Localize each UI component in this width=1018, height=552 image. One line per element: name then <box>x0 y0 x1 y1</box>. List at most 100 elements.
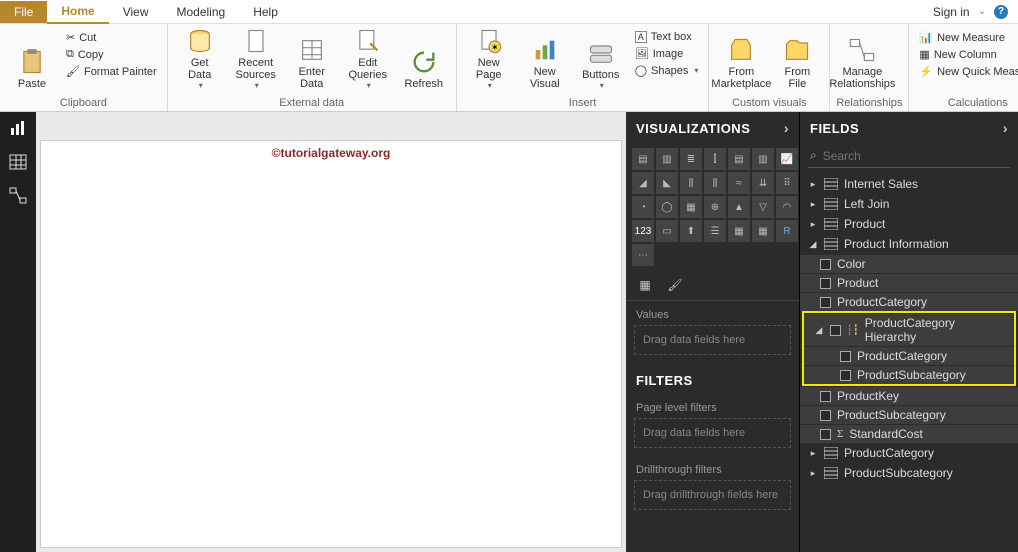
viz-stacked-area[interactable]: ◣ <box>656 172 678 194</box>
copy-button[interactable]: ⧉Copy <box>62 47 161 62</box>
svg-text:✶: ✶ <box>491 42 499 52</box>
field-hier-subcategory[interactable]: ProductSubcategory <box>804 365 1014 384</box>
table-left-join[interactable]: ▸Left Join <box>800 194 1018 214</box>
text-box-button[interactable]: AText box <box>631 30 703 44</box>
fields-tab-icon[interactable]: ▦ <box>636 276 654 294</box>
values-dropzone[interactable]: Drag data fields here <box>634 325 791 355</box>
paste-button[interactable]: Paste <box>6 26 58 92</box>
table-product[interactable]: ▸Product <box>800 214 1018 234</box>
viz-area[interactable]: ◢ <box>632 172 654 194</box>
viz-slicer[interactable]: ☰ <box>704 220 726 242</box>
table-product-information[interactable]: ◢Product Information <box>800 234 1018 254</box>
get-data-button[interactable]: Get Data <box>174 26 226 92</box>
viz-ribbon[interactable]: ≈ <box>728 172 750 194</box>
viz-filled-map[interactable]: ▲ <box>728 196 750 218</box>
viz-donut[interactable]: ◯ <box>656 196 678 218</box>
new-column-button[interactable]: ▦New Column <box>915 47 1018 62</box>
viz-100-bar[interactable]: ▤ <box>728 148 750 170</box>
field-product-key[interactable]: ProductKey <box>800 386 1018 405</box>
model-view-icon[interactable] <box>8 186 28 206</box>
viz-100-column[interactable]: ▥ <box>752 148 774 170</box>
chevron-down-icon[interactable]: ⌄ <box>978 6 986 17</box>
collapse-fields-icon[interactable]: › <box>1003 120 1008 136</box>
viz-more[interactable]: ⋯ <box>632 244 654 266</box>
viz-multi-card[interactable]: ▭ <box>656 220 678 242</box>
viz-scatter[interactable]: ⠿ <box>776 172 798 194</box>
checkbox[interactable] <box>840 370 851 381</box>
filters-header: FILTERS <box>626 363 799 394</box>
tab-modeling[interactable]: Modeling <box>162 1 239 23</box>
field-hierarchy[interactable]: ◢┆┇ProductCategory Hierarchy <box>804 313 1014 346</box>
viz-pie[interactable]: ◔ <box>632 196 654 218</box>
viz-line[interactable]: 📈 <box>776 148 798 170</box>
checkbox[interactable] <box>820 391 831 402</box>
drill-dropzone[interactable]: Drag drillthrough fields here <box>634 480 791 510</box>
refresh-button[interactable]: Refresh <box>398 26 450 92</box>
sign-in-link[interactable]: Sign in <box>933 5 970 19</box>
page-icon: ✶ <box>475 27 503 55</box>
enter-data-button[interactable]: Enter Data <box>286 26 338 92</box>
viz-matrix[interactable]: ▦ <box>752 220 774 242</box>
checkbox[interactable] <box>820 410 831 421</box>
checkbox[interactable] <box>820 278 831 289</box>
report-canvas[interactable] <box>40 140 622 548</box>
checkbox[interactable] <box>820 297 831 308</box>
viz-waterfall[interactable]: ⇊ <box>752 172 774 194</box>
checkbox[interactable] <box>820 429 831 440</box>
tab-view[interactable]: View <box>109 1 163 23</box>
field-standard-cost[interactable]: ΣStandardCost <box>800 424 1018 443</box>
viz-combo1[interactable]: ⫼ <box>680 172 702 194</box>
format-painter-button[interactable]: 🖌Format Painter <box>62 64 161 79</box>
viz-stacked-bar[interactable]: ▤ <box>632 148 654 170</box>
viz-card[interactable]: 123 <box>632 220 654 242</box>
viz-table[interactable]: ▦ <box>728 220 750 242</box>
tab-help[interactable]: Help <box>239 1 292 23</box>
field-color[interactable]: Color <box>800 254 1018 273</box>
new-quick-measure-button[interactable]: ⚡New Quick Measure <box>915 64 1018 79</box>
fields-search[interactable]: ⌕ <box>808 144 1010 168</box>
new-page-button[interactable]: ✶New Page <box>463 26 515 92</box>
edit-queries-button[interactable]: Edit Queries <box>342 26 394 92</box>
checkbox[interactable] <box>820 259 831 270</box>
shapes-button[interactable]: ◯Shapes <box>631 63 703 78</box>
image-button[interactable]: 🖼Image <box>631 46 703 61</box>
field-product[interactable]: Product <box>800 273 1018 292</box>
viz-gauge[interactable]: ◠ <box>776 196 798 218</box>
data-view-icon[interactable] <box>8 152 28 172</box>
buttons-button[interactable]: Buttons <box>575 26 627 92</box>
chart-icon <box>531 36 559 64</box>
search-icon: ⌕ <box>810 148 817 163</box>
new-measure-button[interactable]: 📊New Measure <box>915 30 1018 45</box>
page-filters-dropzone[interactable]: Drag data fields here <box>634 418 791 448</box>
from-file-button[interactable]: From File <box>771 26 823 92</box>
collapse-viz-icon[interactable]: › <box>784 120 789 136</box>
tab-file[interactable]: File <box>0 1 47 23</box>
tab-home[interactable]: Home <box>47 0 108 24</box>
recent-sources-button[interactable]: Recent Sources <box>230 26 282 92</box>
checkbox[interactable] <box>840 351 851 362</box>
manage-relationships-button[interactable]: Manage Relationships <box>836 26 888 92</box>
viz-kpi[interactable]: ⬆ <box>680 220 702 242</box>
report-view-icon[interactable] <box>8 118 28 138</box>
viz-treemap[interactable]: ▦ <box>680 196 702 218</box>
help-icon[interactable]: ? <box>994 5 1008 19</box>
viz-r[interactable]: R <box>776 220 798 242</box>
search-input[interactable] <box>823 149 1008 163</box>
format-tab-icon[interactable]: 🖌 <box>666 276 684 294</box>
new-visual-button[interactable]: New Visual <box>519 26 571 92</box>
viz-stacked-column[interactable]: ▥ <box>656 148 678 170</box>
viz-clustered-column[interactable]: ⫿ <box>704 148 726 170</box>
table-product-category[interactable]: ▸ProductCategory <box>800 443 1018 463</box>
checkbox[interactable] <box>830 325 841 336</box>
viz-clustered-bar[interactable]: ≣ <box>680 148 702 170</box>
cut-button[interactable]: ✂Cut <box>62 30 161 45</box>
viz-combo2[interactable]: ⫼ <box>704 172 726 194</box>
from-marketplace-button[interactable]: From Marketplace <box>715 26 767 92</box>
table-product-subcategory[interactable]: ▸ProductSubcategory <box>800 463 1018 483</box>
table-internet-sales[interactable]: ▸Internet Sales <box>800 174 1018 194</box>
field-product-subcategory[interactable]: ProductSubcategory <box>800 405 1018 424</box>
field-product-category[interactable]: ProductCategory <box>800 292 1018 311</box>
field-hier-category[interactable]: ProductCategory <box>804 346 1014 365</box>
viz-map[interactable]: ⊕ <box>704 196 726 218</box>
viz-funnel[interactable]: ▽ <box>752 196 774 218</box>
